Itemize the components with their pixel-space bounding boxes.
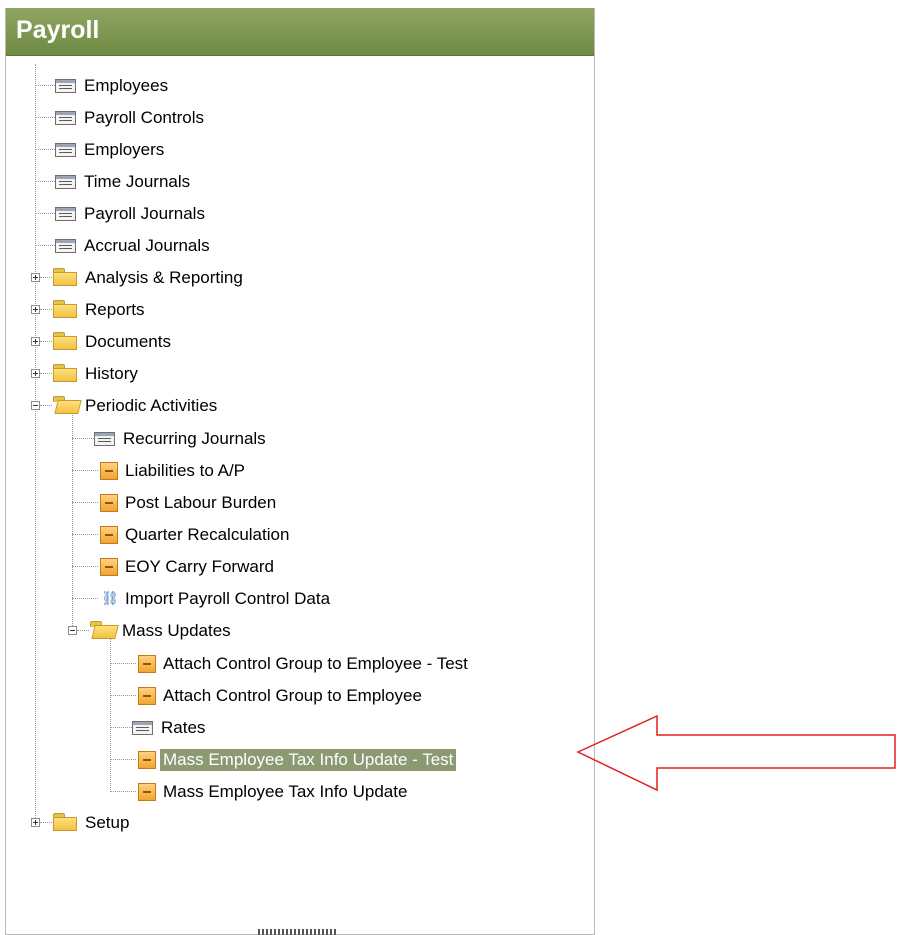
annotation-arrow-icon [576,714,896,792]
